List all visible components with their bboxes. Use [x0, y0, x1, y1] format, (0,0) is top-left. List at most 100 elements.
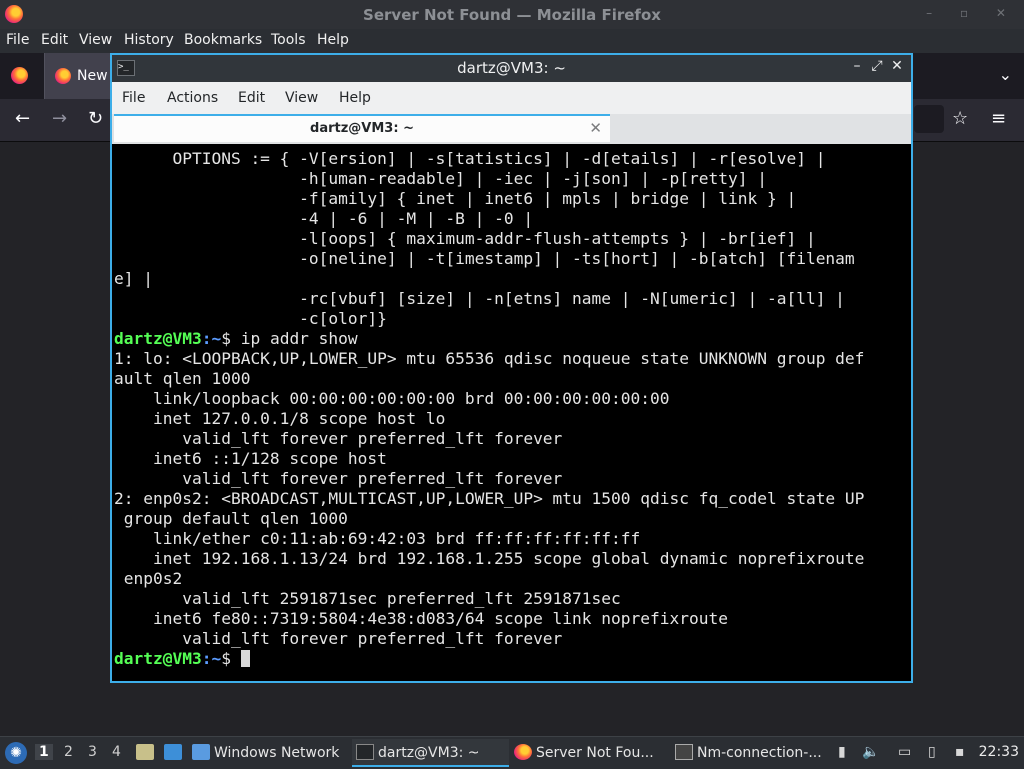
forward-arrow-icon[interactable]: → [52, 108, 67, 129]
firefox-window-controls[interactable]: – ▫ ✕ [926, 6, 1018, 20]
network-icon [675, 744, 693, 760]
clipboard-icon[interactable]: ▯ [928, 744, 936, 760]
bookmark-star-icon[interactable]: ☆ [952, 108, 968, 129]
terminal-line: inet 192.168.1.13/24 brd 192.168.1.255 s… [114, 549, 865, 568]
workspace-2[interactable]: 2 [64, 744, 73, 760]
prompt-path: :~ [201, 329, 222, 348]
terminal-line: -f[amily] { inet | inet6 | mpls | bridge… [114, 189, 797, 208]
workspace-4[interactable]: 4 [112, 744, 121, 760]
prompt-command: $ ip addr show [221, 329, 358, 348]
terminal-line: valid_lft forever preferred_lft forever [114, 429, 563, 448]
terminal-line: -rc[vbuf] [size] | -n[etns] name | -N[um… [114, 289, 845, 308]
terminal-menubar: File Actions Edit View Help [112, 82, 911, 114]
terminal-line: 2: enp0s2: <BROADCAST,MULTICAST,UP,LOWER… [114, 489, 865, 508]
screenshot-icon[interactable]: ▪ [955, 744, 965, 760]
terminal-line: -l[oops] { maximum-addr-flush-attempts }… [114, 229, 816, 248]
terminal-window: >_ dartz@VM3: ~ – ⤢ ✕ File Actions Edit Vi… [110, 53, 913, 683]
network-tray-icon[interactable]: ▭ [898, 744, 911, 760]
terminal-line: group default qlen 1000 [114, 509, 348, 528]
scroll-indicator-icon[interactable]: ▮ [838, 744, 846, 760]
workspace-1[interactable]: 1 [35, 744, 53, 760]
terminal-line: e] | [114, 269, 153, 288]
terminal-line: -4 | -6 | -M | -B | -0 | [114, 209, 534, 228]
firefox-icon [514, 744, 532, 760]
terminal-icon [356, 744, 374, 760]
terminal-tab[interactable]: dartz@VM3: ~ ✕ [114, 114, 610, 142]
prompt-command: $ [221, 649, 241, 668]
hamburger-menu-icon[interactable]: ≡ [991, 108, 1006, 129]
prompt-user: dartz@VM3 [114, 649, 202, 668]
terminal-cursor [240, 650, 250, 667]
terminal-line: 1: lo: <LOOPBACK,UP,LOWER_UP> mtu 65536 … [114, 349, 865, 368]
firefox-view-icon[interactable] [11, 67, 28, 84]
terminal-prompt-line: dartz@VM3:~$ [114, 649, 909, 669]
terminal-menu-file[interactable]: File [122, 90, 145, 106]
back-arrow-icon[interactable]: ← [15, 108, 30, 129]
task-label: dartz@VM3: ~ [378, 745, 480, 761]
task-label: Nm-connection-... [697, 745, 822, 761]
terminal-prompt-line: dartz@VM3:~$ ip addr show [114, 329, 909, 349]
task-windows-network[interactable]: Windows Network [192, 739, 347, 767]
maximize-icon[interactable]: ⤢ [867, 58, 887, 74]
terminal-line: -o[neline] | -t[imestamp] | -ts[hort] | … [114, 249, 855, 268]
firefox-menu-bookmarks[interactable]: Bookmarks [184, 32, 262, 48]
terminal-line: inet 127.0.0.1/8 scope host lo [114, 409, 446, 428]
terminal-line: valid_lft forever preferred_lft forever [114, 469, 563, 488]
volume-icon[interactable]: 🔈 [862, 744, 879, 760]
task-firefox[interactable]: Server Not Fou... [514, 739, 669, 767]
prompt-user: dartz@VM3 [114, 329, 202, 348]
task-label: Server Not Fou... [536, 745, 654, 761]
start-menu-icon[interactable]: ✺ [5, 742, 27, 764]
clock[interactable]: 22:33 [979, 744, 1019, 760]
terminal-menu-view[interactable]: View [285, 90, 318, 106]
firefox-menu-file[interactable]: File [6, 32, 29, 48]
close-icon[interactable]: ✕ [887, 58, 907, 74]
firefox-menu-view[interactable]: View [79, 32, 112, 48]
terminal-line: valid_lft 2591871sec preferred_lft 25918… [114, 589, 621, 608]
terminal-line: ault qlen 1000 [114, 369, 251, 388]
list-tabs-chevron-icon[interactable]: ⌄ [999, 65, 1012, 84]
url-bar[interactable] [914, 105, 944, 133]
minimize-icon[interactable]: – [847, 58, 867, 74]
firefox-tab-label: New [77, 68, 108, 84]
terminal-menu-actions[interactable]: Actions [167, 90, 218, 106]
terminal-menu-edit[interactable]: Edit [238, 90, 265, 106]
firefox-tab-icon [55, 68, 71, 84]
firefox-menu-tools[interactable]: Tools [271, 32, 306, 48]
prompt-path: :~ [201, 649, 222, 668]
reload-icon[interactable]: ↻ [88, 108, 103, 129]
firefox-menu-edit[interactable]: Edit [41, 32, 68, 48]
terminal-line: link/loopback 00:00:00:00:00:00 brd 00:0… [114, 389, 670, 408]
terminal-output[interactable]: OPTIONS := { -V[ersion] | -s[tatistics] … [114, 149, 909, 679]
firefox-menu-history[interactable]: History [124, 32, 174, 48]
terminal-line: OPTIONS := { -V[ersion] | -s[tatistics] … [114, 149, 826, 168]
terminal-titlebar[interactable]: >_ dartz@VM3: ~ – ⤢ ✕ [112, 55, 911, 82]
tab-close-icon[interactable]: ✕ [589, 119, 602, 137]
terminal-line: -h[uman-readable] | -iec | -j[son] | -p[… [114, 169, 767, 188]
terminal-line: enp0s2 [114, 569, 183, 588]
terminal-text: OPTIONS := { -V[ersion] | -s[tatistics] … [114, 149, 909, 669]
task-label: Windows Network [214, 745, 340, 761]
taskbar: ✺ 1 2 3 4 Windows Network dartz@VM3: ~ S… [0, 736, 1024, 769]
terminal-line: inet6 ::1/128 scope host [114, 449, 387, 468]
firefox-window-title: Server Not Found — Mozilla Firefox [363, 6, 661, 24]
terminal-window-controls: – ⤢ ✕ [847, 58, 907, 74]
task-nm-connection[interactable]: Nm-connection-... [675, 739, 830, 767]
terminal-tabbar: dartz@VM3: ~ ✕ [112, 114, 911, 144]
terminal-line: valid_lft forever preferred_lft forever [114, 629, 563, 648]
folder-icon [192, 744, 210, 760]
firefox-tab[interactable]: New [44, 53, 115, 99]
firefox-menu-help[interactable]: Help [317, 32, 349, 48]
terminal-line: -c[olor]} [114, 309, 387, 328]
notes-launcher-icon[interactable] [136, 744, 154, 760]
desktop-launcher-icon[interactable] [164, 744, 182, 760]
workspace-3[interactable]: 3 [88, 744, 97, 760]
terminal-line: inet6 fe80::7319:5804:4e38:d083/64 scope… [114, 609, 728, 628]
firefox-titlebar: Server Not Found — Mozilla Firefox – ▫ ✕ [0, 0, 1024, 29]
terminal-window-title: dartz@VM3: ~ [457, 59, 566, 77]
terminal-line: link/ether c0:11:ab:69:42:03 brd ff:ff:f… [114, 529, 641, 548]
terminal-tab-label: dartz@VM3: ~ [310, 121, 414, 136]
firefox-menubar: File Edit View History Bookmarks Tools H… [0, 29, 1024, 53]
task-terminal[interactable]: dartz@VM3: ~ [352, 739, 509, 767]
terminal-menu-help[interactable]: Help [339, 90, 371, 106]
